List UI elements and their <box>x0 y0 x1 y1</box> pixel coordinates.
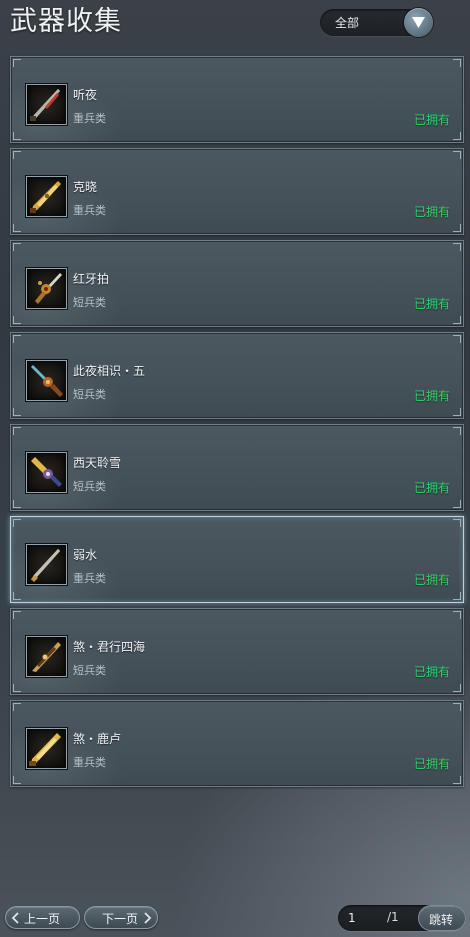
corner-ornament <box>13 776 21 784</box>
corner-ornament <box>453 224 461 232</box>
weapon-name: 克晓 <box>73 180 98 194</box>
weapon-type: 重兵类 <box>73 204 106 217</box>
prev-page-label: 上一页 <box>24 912 61 926</box>
chevron-right-icon <box>144 912 152 924</box>
corner-ornament <box>453 611 461 619</box>
next-page-button[interactable]: 下一页 <box>84 906 158 929</box>
corner-ornament <box>13 151 21 159</box>
weapon-type: 短兵类 <box>73 664 106 677</box>
weapon-name: 听夜 <box>73 88 98 102</box>
short-blade-icon <box>26 268 67 309</box>
short-blade-icon <box>26 452 67 493</box>
weapon-type: 重兵类 <box>73 572 106 585</box>
weapon-name: 西天聆雪 <box>73 456 122 470</box>
page-title: 武器收集 <box>10 6 122 37</box>
weapon-card[interactable]: 煞・鹿卢 重兵类 已拥有 <box>10 700 464 787</box>
owned-status: 已拥有 <box>413 665 450 679</box>
corner-ornament <box>453 776 461 784</box>
weapon-card-selected[interactable]: 弱水 重兵类 已拥有 <box>10 516 464 603</box>
short-blade-icon <box>26 636 67 677</box>
owned-status: 已拥有 <box>413 573 450 587</box>
gold-blade-icon <box>26 728 67 769</box>
owned-status: 已拥有 <box>413 389 450 403</box>
weapon-card[interactable]: 此夜相识・五 短兵类 已拥有 <box>10 332 464 419</box>
corner-ornament <box>13 224 21 232</box>
chevron-left-icon <box>11 912 19 924</box>
weapon-type: 重兵类 <box>73 112 106 125</box>
corner-ornament <box>453 335 461 343</box>
owned-status: 已拥有 <box>413 297 450 311</box>
weapon-type: 短兵类 <box>73 296 106 309</box>
corner-ornament <box>453 500 461 508</box>
owned-status: 已拥有 <box>413 757 450 771</box>
weapon-type: 短兵类 <box>73 480 106 493</box>
weapon-card[interactable]: 红牙拍 短兵类 已拥有 <box>10 240 464 327</box>
corner-ornament <box>13 243 21 251</box>
corner-ornament <box>453 132 461 140</box>
page-total: /1 <box>387 910 399 924</box>
corner-ornament <box>453 684 461 692</box>
gold-blade-icon <box>26 176 67 217</box>
corner-ornament <box>13 427 21 435</box>
corner-ornament <box>453 243 461 251</box>
corner-ornament <box>13 408 21 416</box>
corner-ornament <box>13 611 21 619</box>
corner-ornament <box>13 684 21 692</box>
corner-ornament <box>453 316 461 324</box>
blade-icon <box>26 544 67 585</box>
goto-page-button[interactable]: 跳转 <box>418 905 466 931</box>
weapon-card[interactable]: 听夜 重兵类 已拥有 <box>10 56 464 143</box>
corner-ornament <box>13 335 21 343</box>
corner-ornament <box>13 132 21 140</box>
chevron-down-icon[interactable] <box>404 8 433 37</box>
weapon-list: 听夜 重兵类 已拥有 克晓 重兵类 已拥有 红牙拍 短兵类 已拥有 此夜相识・五… <box>10 56 464 792</box>
corner-ornament <box>453 151 461 159</box>
corner-ornament <box>13 59 21 67</box>
category-filter-dropdown[interactable]: 全部 <box>320 8 433 37</box>
blade-icon <box>26 84 67 125</box>
short-blade-icon <box>26 360 67 401</box>
weapon-card[interactable]: 西天聆雪 短兵类 已拥有 <box>10 424 464 511</box>
weapon-name: 红牙拍 <box>73 272 110 286</box>
corner-ornament <box>13 519 21 527</box>
filter-selected-label: 全部 <box>335 16 360 30</box>
weapon-name: 此夜相识・五 <box>73 364 146 378</box>
weapon-name: 弱水 <box>73 548 98 562</box>
weapon-type: 重兵类 <box>73 756 106 769</box>
corner-ornament <box>453 703 461 711</box>
owned-status: 已拥有 <box>413 205 450 219</box>
corner-ornament <box>13 703 21 711</box>
corner-ornament <box>453 408 461 416</box>
weapon-card[interactable]: 煞・君行四海 短兵类 已拥有 <box>10 608 464 695</box>
corner-ornament <box>453 59 461 67</box>
weapon-name: 煞・君行四海 <box>73 640 146 654</box>
corner-ornament <box>453 519 461 527</box>
corner-ornament <box>453 592 461 600</box>
page-jump-control: /1 跳转 <box>338 905 466 931</box>
weapon-type: 短兵类 <box>73 388 106 401</box>
weapon-card[interactable]: 克晓 重兵类 已拥有 <box>10 148 464 235</box>
page-number-input[interactable] <box>340 907 384 929</box>
owned-status: 已拥有 <box>413 481 450 495</box>
corner-ornament <box>13 592 21 600</box>
weapon-name: 煞・鹿卢 <box>73 732 122 746</box>
goto-page-label: 跳转 <box>429 913 454 927</box>
prev-page-button[interactable]: 上一页 <box>5 906 80 929</box>
corner-ornament <box>453 427 461 435</box>
corner-ornament <box>13 316 21 324</box>
owned-status: 已拥有 <box>413 113 450 127</box>
corner-ornament <box>13 500 21 508</box>
next-page-label: 下一页 <box>102 912 139 926</box>
